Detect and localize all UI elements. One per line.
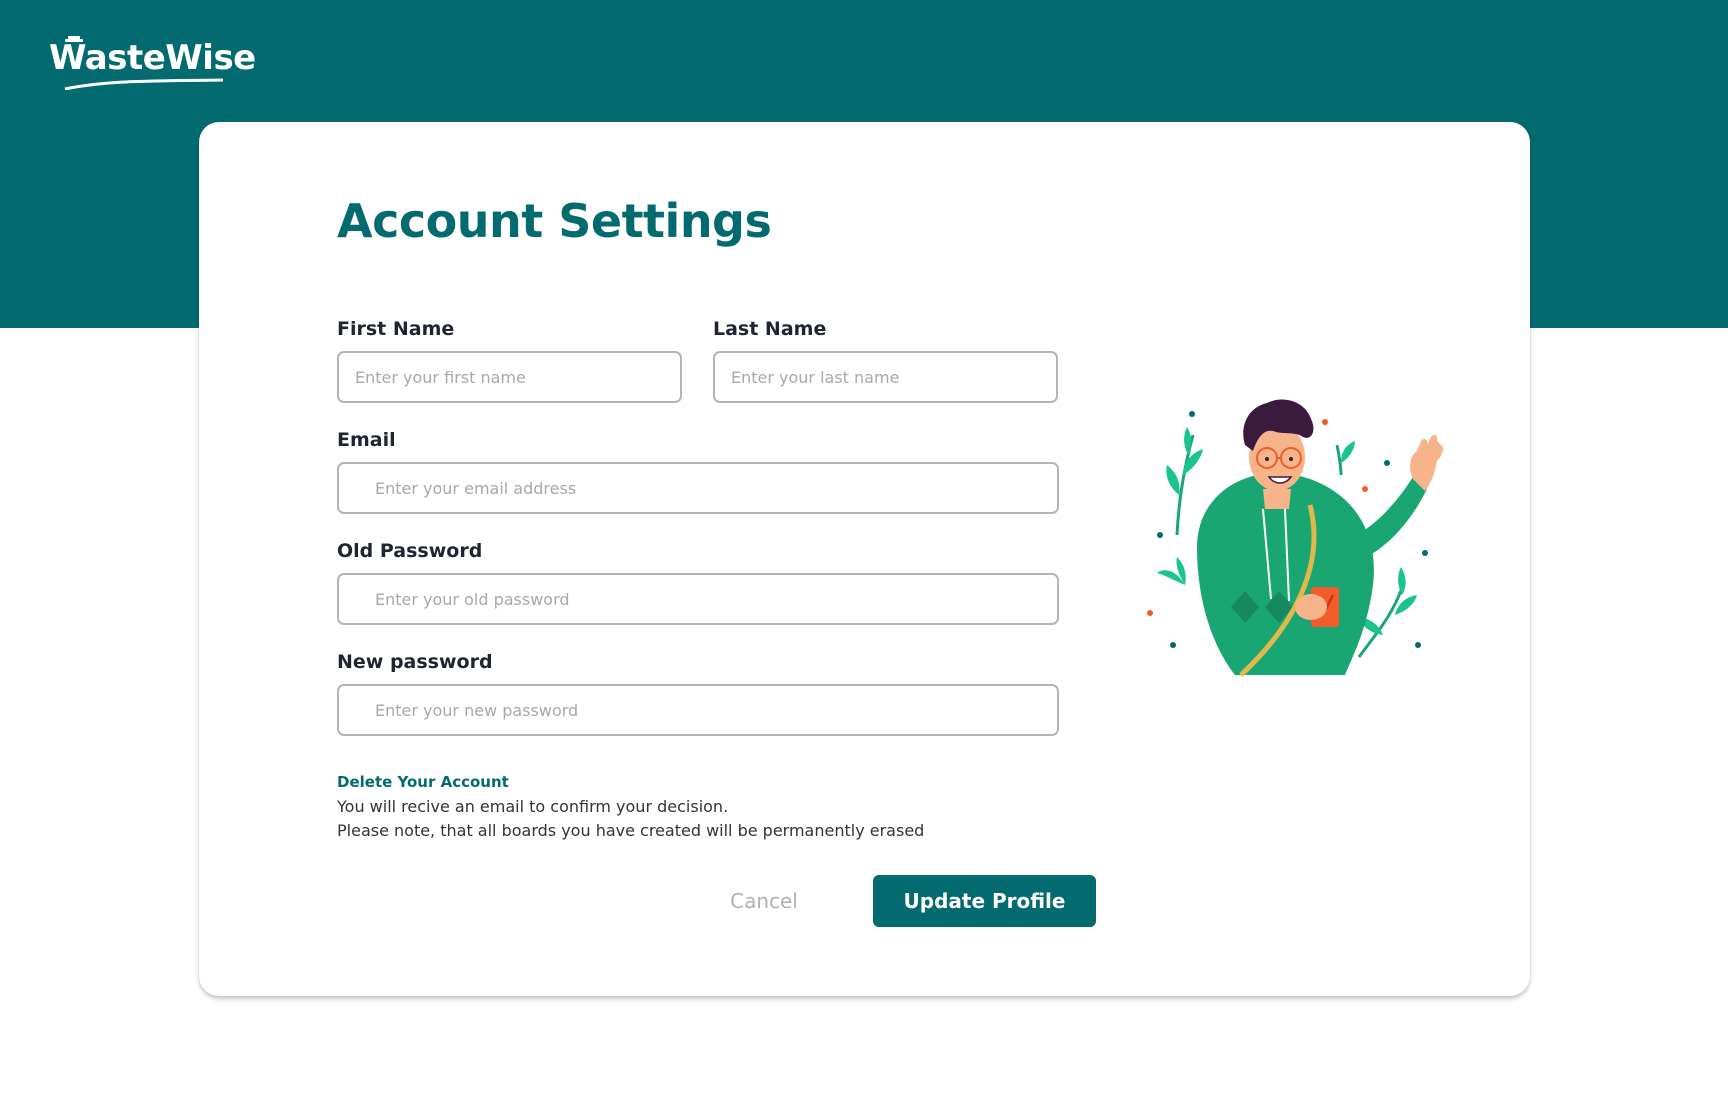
last-name-label: Last Name: [713, 318, 827, 340]
update-profile-button[interactable]: Update Profile: [873, 875, 1096, 927]
email-label: Email: [337, 429, 396, 451]
delete-account-note-1: You will recive an email to confirm your…: [337, 797, 729, 816]
page-title: Account Settings: [337, 194, 772, 248]
logo[interactable]: WasteWise: [49, 34, 256, 90]
last-name-input[interactable]: [713, 351, 1058, 403]
new-password-input[interactable]: [337, 684, 1059, 736]
new-password-label: New password: [337, 651, 493, 673]
cancel-button[interactable]: Cancel: [709, 875, 819, 927]
waving-person-illustration: [1147, 399, 1444, 677]
delete-account-link[interactable]: Delete Your Account: [337, 773, 509, 791]
first-name-input[interactable]: [337, 351, 682, 403]
account-settings-card: Account Settings First Name Last Name Em…: [199, 122, 1530, 996]
old-password-label: Old Password: [337, 540, 483, 562]
old-password-input[interactable]: [337, 573, 1059, 625]
delete-account-note-2: Please note, that all boards you have cr…: [337, 821, 925, 840]
first-name-label: First Name: [337, 318, 455, 340]
email-input[interactable]: [337, 462, 1059, 514]
trash-can-logo-icon: [64, 36, 224, 90]
